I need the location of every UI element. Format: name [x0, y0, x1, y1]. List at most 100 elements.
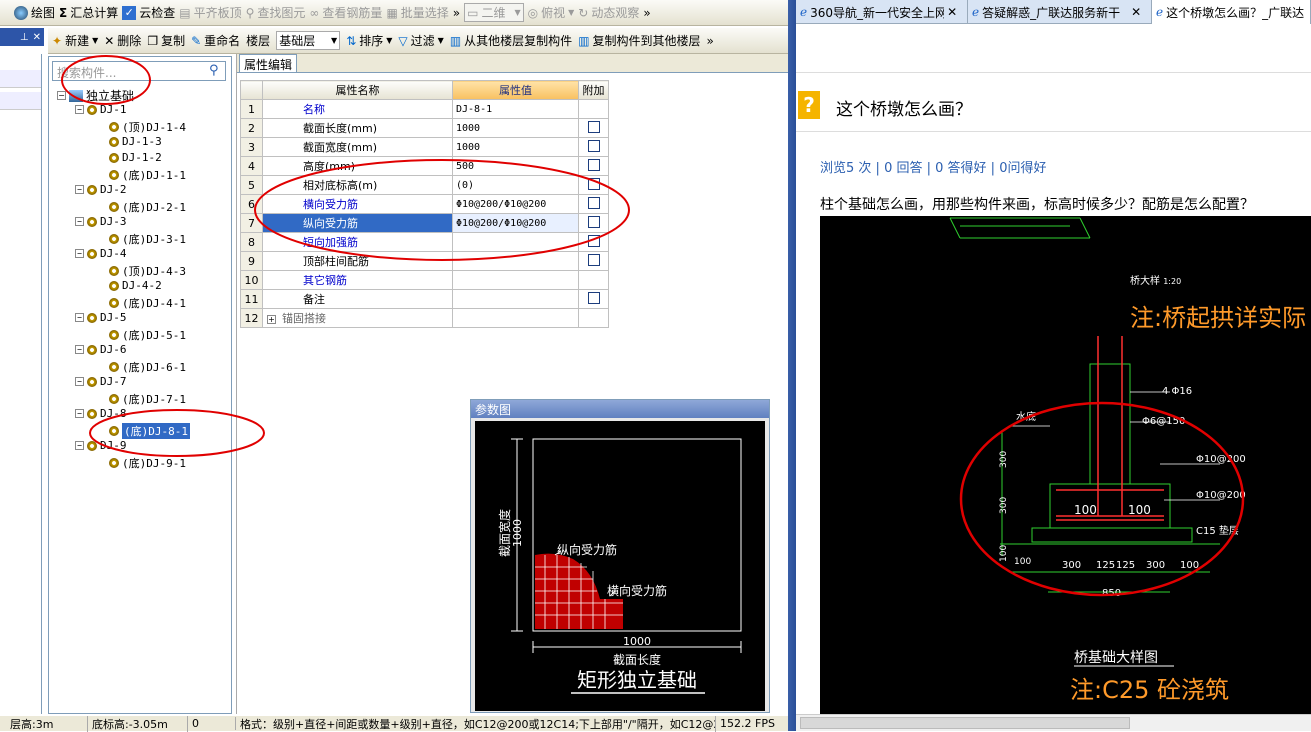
tree-root[interactable]: − 独立基础 — [57, 87, 134, 104]
tree-group[interactable]: − DJ-1 — [75, 103, 127, 116]
extra-checkbox[interactable] — [587, 196, 600, 209]
rename-button[interactable]: ✎ 重命名 — [191, 32, 240, 49]
collapse-icon[interactable]: − — [75, 441, 84, 450]
scrollbar-thumb[interactable] — [800, 717, 1130, 729]
property-value-cell[interactable] — [452, 289, 579, 309]
tree-group[interactable]: − DJ-5 — [75, 311, 127, 324]
dynamic-view-button[interactable]: ↻ 动态观察 — [578, 4, 639, 21]
view-mode-select[interactable]: ▭ 二维 ▼ — [464, 3, 524, 22]
property-row[interactable]: 3 截面宽度(mm) 1000 — [240, 137, 609, 157]
extra-checkbox[interactable] — [587, 291, 600, 304]
tree-leaf[interactable]: (底)DJ-8-1 — [109, 423, 190, 439]
extra-checkbox[interactable] — [587, 120, 600, 133]
property-name-cell[interactable]: 相对底标高(m) — [262, 175, 453, 195]
toolbar-overflow-icon[interactable]: » — [453, 6, 460, 20]
tree-leaf[interactable]: (底)DJ-1-1 — [109, 167, 186, 183]
property-name-cell[interactable]: 其它钢筋 — [262, 270, 453, 290]
property-value-cell[interactable]: 500 — [452, 156, 579, 176]
stat-good-answers[interactable]: 0 答得好 — [935, 161, 986, 176]
close-icon[interactable]: ✕ — [33, 32, 41, 43]
property-name-cell[interactable]: 高度(mm) — [262, 156, 453, 176]
tree-leaf[interactable]: (底)DJ-2-1 — [109, 199, 186, 215]
property-name-cell[interactable]: + 锚固搭接 — [262, 308, 453, 328]
property-row[interactable]: 5 相对底标高(m) (0) — [240, 175, 609, 195]
collapse-icon[interactable]: − — [75, 105, 84, 114]
tree-group[interactable]: − DJ-9 — [75, 439, 127, 452]
property-row[interactable]: 10 其它钢筋 — [240, 270, 609, 290]
tree-group[interactable]: − DJ-7 — [75, 375, 127, 388]
property-value-cell[interactable]: Φ10@200/Φ10@200 — [452, 194, 579, 214]
close-tab-icon[interactable]: ✕ — [947, 5, 957, 19]
floor-select[interactable]: 基础层 ▼ — [276, 31, 341, 50]
tree-group[interactable]: − DJ-4 — [75, 247, 127, 260]
view-rebar-button[interactable]: ∞ 查看钢筋量 — [309, 4, 382, 21]
tree-group[interactable]: − DJ-3 — [75, 215, 127, 228]
property-row[interactable]: 6 横向受力筋 Φ10@200/Φ10@200 — [240, 194, 609, 214]
copy-to-floor-button[interactable]: ▥ 复制构件到其他楼层 — [578, 32, 700, 49]
property-row[interactable]: 4 高度(mm) 500 — [240, 156, 609, 176]
property-value-cell[interactable] — [452, 232, 579, 252]
browser-tab-1[interactable]: ℯ360导航_新一代安全上网导✕ — [796, 0, 968, 24]
tree-group[interactable]: − DJ-8 — [75, 407, 127, 420]
collapse-icon[interactable]: − — [75, 377, 84, 386]
property-value-cell[interactable]: Φ10@200/Φ10@200 — [452, 213, 579, 233]
horizontal-scrollbar[interactable] — [796, 714, 1311, 731]
collapse-icon[interactable]: − — [75, 217, 84, 226]
property-name-cell[interactable]: 横向受力筋 — [262, 194, 453, 214]
property-value-cell[interactable]: (0) — [452, 175, 579, 195]
property-name-cell[interactable]: 纵向受力筋 — [262, 213, 453, 233]
cloud-check-button[interactable]: ✓ 云检查 — [122, 4, 175, 21]
browser-tab-2[interactable]: ℯ 答疑解惑_广联达服务新干 ✕ — [968, 0, 1152, 24]
tree-leaf[interactable]: (顶)DJ-1-4 — [109, 119, 186, 135]
tree-leaf[interactable]: (顶)DJ-4-3 — [109, 263, 186, 279]
align-top-button[interactable]: ▤ 平齐板顶 — [179, 4, 241, 21]
property-name-cell[interactable]: 截面长度(mm) — [262, 118, 453, 138]
toolbar-overflow-icon[interactable]: » — [707, 34, 714, 48]
copy-button[interactable]: ❐ 复制 — [147, 32, 185, 49]
property-value-cell[interactable] — [452, 308, 579, 328]
browser-tab-3[interactable]: ℯ 这个桥墩怎么画？_广联达 — [1152, 0, 1311, 24]
property-row[interactable]: 7 纵向受力筋 Φ10@200/Φ10@200 — [240, 213, 609, 233]
search-input[interactable]: 搜索构件... — [52, 61, 226, 81]
extra-checkbox[interactable] — [587, 139, 600, 152]
property-value-cell[interactable] — [452, 270, 579, 290]
property-name-cell[interactable]: 短向加强筋 — [262, 232, 453, 252]
tab-property-edit[interactable]: 属性编辑 — [239, 54, 297, 72]
search-icon[interactable]: ⚲ — [209, 63, 219, 78]
collapse-icon[interactable]: − — [75, 185, 84, 194]
property-row[interactable]: 11 备注 — [240, 289, 609, 309]
top-view-button[interactable]: ◎ 俯视 ▼ — [528, 4, 575, 21]
draw-button[interactable]: 绘图 — [14, 4, 55, 21]
property-value-cell[interactable]: 1000 — [452, 137, 579, 157]
property-name-cell[interactable]: 顶部柱间配筋 — [262, 251, 453, 271]
nav-row[interactable] — [0, 92, 41, 110]
property-row[interactable]: 2 截面长度(mm) 1000 — [240, 118, 609, 138]
tree-leaf[interactable]: (底)DJ-7-1 — [109, 391, 186, 407]
toolbar-overflow-icon[interactable]: » — [643, 6, 650, 20]
new-button[interactable]: ✦ 新建 ▼ — [52, 32, 98, 49]
tree-leaf[interactable]: (底)DJ-4-1 — [109, 295, 186, 311]
tree-leaf[interactable]: (底)DJ-6-1 — [109, 359, 186, 375]
stat-answers[interactable]: 0 回答 — [884, 161, 922, 176]
collapse-icon[interactable]: − — [57, 91, 66, 100]
expand-icon[interactable]: + — [267, 315, 276, 324]
stat-views[interactable]: 浏览5 次 — [820, 161, 871, 176]
tree-leaf[interactable]: DJ-1-2 — [109, 151, 162, 164]
property-value-cell[interactable] — [452, 251, 579, 271]
property-value-cell[interactable]: DJ-8-1 — [452, 99, 579, 119]
property-row[interactable]: 8 短向加强筋 — [240, 232, 609, 252]
tree-leaf[interactable]: DJ-4-2 — [109, 279, 162, 292]
property-row[interactable]: 12 + 锚固搭接 — [240, 308, 609, 328]
collapse-icon[interactable]: − — [75, 313, 84, 322]
sum-button[interactable]: Σ 汇总计算 — [59, 4, 118, 21]
batch-select-button[interactable]: ▦ 批量选择 — [386, 4, 448, 21]
stat-good-questions[interactable]: 0问得好 — [999, 161, 1046, 176]
property-row[interactable]: 9 顶部柱间配筋 — [240, 251, 609, 271]
collapse-icon[interactable]: − — [75, 409, 84, 418]
sort-button[interactable]: ⇅ 排序 ▼ — [346, 32, 392, 49]
delete-button[interactable]: ✕ 删除 — [104, 32, 141, 49]
tree-leaf[interactable]: (底)DJ-3-1 — [109, 231, 186, 247]
pin-icon[interactable]: ⊥ — [20, 32, 29, 43]
copy-from-floor-button[interactable]: ▥ 从其他楼层复制构件 — [450, 32, 572, 49]
tree-group[interactable]: − DJ-2 — [75, 183, 127, 196]
